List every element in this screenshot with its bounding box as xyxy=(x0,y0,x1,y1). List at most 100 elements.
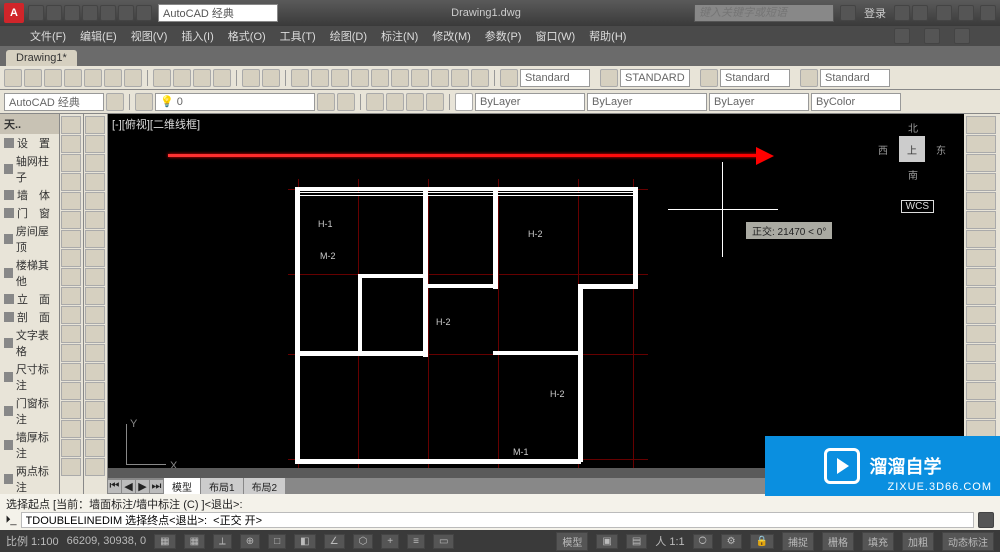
dyn-toggle[interactable]: + xyxy=(381,534,399,549)
rightbar-tool-12[interactable] xyxy=(966,344,996,362)
rightbar-tool-14[interactable] xyxy=(966,382,996,400)
tray1-tool-2[interactable] xyxy=(61,154,81,172)
tray2-tool-6[interactable] xyxy=(85,230,105,248)
minimize-icon[interactable] xyxy=(936,5,952,21)
file-tab[interactable]: Drawing1* xyxy=(6,50,77,66)
cut-icon[interactable] xyxy=(153,69,171,87)
zoom-icon[interactable] xyxy=(311,69,329,87)
qat-redo-icon[interactable] xyxy=(136,5,152,21)
maximize-icon[interactable] xyxy=(958,5,974,21)
menu-modify[interactable]: 修改(M) xyxy=(432,28,471,44)
panel-item-9[interactable]: 尺寸标注 xyxy=(0,360,59,394)
tray1-tool-16[interactable] xyxy=(61,420,81,438)
toggle-4[interactable]: 动态标注 xyxy=(942,532,994,551)
panel-item-7[interactable]: 剖 面 xyxy=(0,308,59,326)
wcs-badge[interactable]: WCS xyxy=(901,200,934,213)
panel-item-5[interactable]: 楼梯其他 xyxy=(0,256,59,290)
tray1-tool-8[interactable] xyxy=(61,268,81,286)
3ddwf-icon[interactable] xyxy=(124,69,142,87)
rightbar-tool-1[interactable] xyxy=(966,135,996,153)
tray1-tool-5[interactable] xyxy=(61,211,81,229)
color-select[interactable]: ByLayer xyxy=(475,93,585,111)
layerfrz-icon[interactable] xyxy=(386,93,404,111)
toggle-1[interactable]: 栅格 xyxy=(822,532,854,551)
tray1-tool-3[interactable] xyxy=(61,173,81,191)
qat-print-icon[interactable] xyxy=(100,5,116,21)
tray2-tool-16[interactable] xyxy=(85,420,105,438)
tray2-tool-3[interactable] xyxy=(85,173,105,191)
layout-tab-model[interactable]: 模型 xyxy=(164,478,201,495)
menu-insert[interactable]: 插入(I) xyxy=(181,28,213,44)
tray2-tool-8[interactable] xyxy=(85,268,105,286)
tray2-tool-1[interactable] xyxy=(85,135,105,153)
menu-param[interactable]: 参数(P) xyxy=(485,28,522,44)
viewport-label[interactable]: [-][俯视][二维线框] xyxy=(112,116,200,132)
status-coords[interactable]: 66209, 30938, 0 xyxy=(67,535,147,547)
tray1-tool-15[interactable] xyxy=(61,401,81,419)
preview-icon[interactable] xyxy=(84,69,102,87)
annoauto-icon[interactable]: 🞅 xyxy=(693,534,713,549)
copy-icon[interactable] xyxy=(173,69,191,87)
publish-icon[interactable] xyxy=(104,69,122,87)
linetype-select[interactable]: ByLayer xyxy=(587,93,707,111)
rightbar-tool-6[interactable] xyxy=(966,230,996,248)
layermatch-icon[interactable] xyxy=(426,93,444,111)
sheetset-icon[interactable] xyxy=(431,69,449,87)
save-icon[interactable] xyxy=(44,69,62,87)
textstyle-icon[interactable] xyxy=(500,69,518,87)
panel-item-1[interactable]: 轴网柱子 xyxy=(0,152,59,186)
panel-item-2[interactable]: 墙 体 xyxy=(0,186,59,204)
zoomwin-icon[interactable] xyxy=(331,69,349,87)
tray2-tool-14[interactable] xyxy=(85,382,105,400)
markup-icon[interactable] xyxy=(451,69,469,87)
polar-toggle[interactable]: ⊕ xyxy=(240,534,260,549)
tray2-tool-5[interactable] xyxy=(85,211,105,229)
toolpal-icon[interactable] xyxy=(411,69,429,87)
panel-item-6[interactable]: 立 面 xyxy=(0,290,59,308)
paste-icon[interactable] xyxy=(193,69,211,87)
tray1-tool-9[interactable] xyxy=(61,287,81,305)
panel-item-0[interactable]: 设 置 xyxy=(0,134,59,152)
rightbar-tool-4[interactable] xyxy=(966,192,996,210)
rightbar-tool-2[interactable] xyxy=(966,154,996,172)
rightbar-tool-9[interactable] xyxy=(966,287,996,305)
rightbar-tool-7[interactable] xyxy=(966,249,996,267)
doc-minimize-icon[interactable] xyxy=(894,28,910,44)
pan-icon[interactable] xyxy=(291,69,309,87)
rightbar-tool-15[interactable] xyxy=(966,401,996,419)
exchange-icon[interactable] xyxy=(894,5,910,21)
doc-close-icon[interactable] xyxy=(954,28,970,44)
workspace-select[interactable]: AutoCAD 经典 xyxy=(4,93,104,111)
lock-ui-icon[interactable]: 🔒 xyxy=(750,534,774,549)
tray1-tool-14[interactable] xyxy=(61,382,81,400)
tray1-tool-13[interactable] xyxy=(61,363,81,381)
ws-switch-icon[interactable]: ⚙ xyxy=(721,534,742,549)
status-scale[interactable]: 比例 1:100 xyxy=(6,533,59,549)
panel-item-12[interactable]: 两点标注 xyxy=(0,462,59,494)
tray2-tool-18[interactable] xyxy=(85,458,105,476)
ducs-toggle[interactable]: ⬡ xyxy=(353,534,374,549)
otrack-toggle[interactable]: ∠ xyxy=(324,534,345,549)
panel-header[interactable]: 天.. xyxy=(0,114,59,134)
layeroff-icon[interactable] xyxy=(406,93,424,111)
undo-icon[interactable] xyxy=(242,69,260,87)
tray1-tool-18[interactable] xyxy=(61,458,81,476)
doc-restore-icon[interactable] xyxy=(924,28,940,44)
menu-edit[interactable]: 编辑(E) xyxy=(80,28,117,44)
lwt-toggle[interactable]: ≡ xyxy=(407,534,425,549)
menu-tools[interactable]: 工具(T) xyxy=(280,28,316,44)
tray1-tool-11[interactable] xyxy=(61,325,81,343)
menu-format[interactable]: 格式(O) xyxy=(228,28,266,44)
viewcube-face[interactable]: 上 xyxy=(899,136,925,162)
qat-new-icon[interactable] xyxy=(28,5,44,21)
tray1-tool-1[interactable] xyxy=(61,135,81,153)
grid-toggle[interactable]: ▦ xyxy=(184,534,205,549)
dimstyle-select[interactable]: STANDARD xyxy=(620,69,690,87)
zoomprev-icon[interactable] xyxy=(351,69,369,87)
color-swatch-icon[interactable] xyxy=(455,93,473,111)
tablestyle-icon[interactable] xyxy=(700,69,718,87)
tray1-tool-7[interactable] xyxy=(61,249,81,267)
calc-icon[interactable] xyxy=(471,69,489,87)
textstyle-select[interactable]: Standard xyxy=(520,69,590,87)
dimstyle-icon[interactable] xyxy=(600,69,618,87)
